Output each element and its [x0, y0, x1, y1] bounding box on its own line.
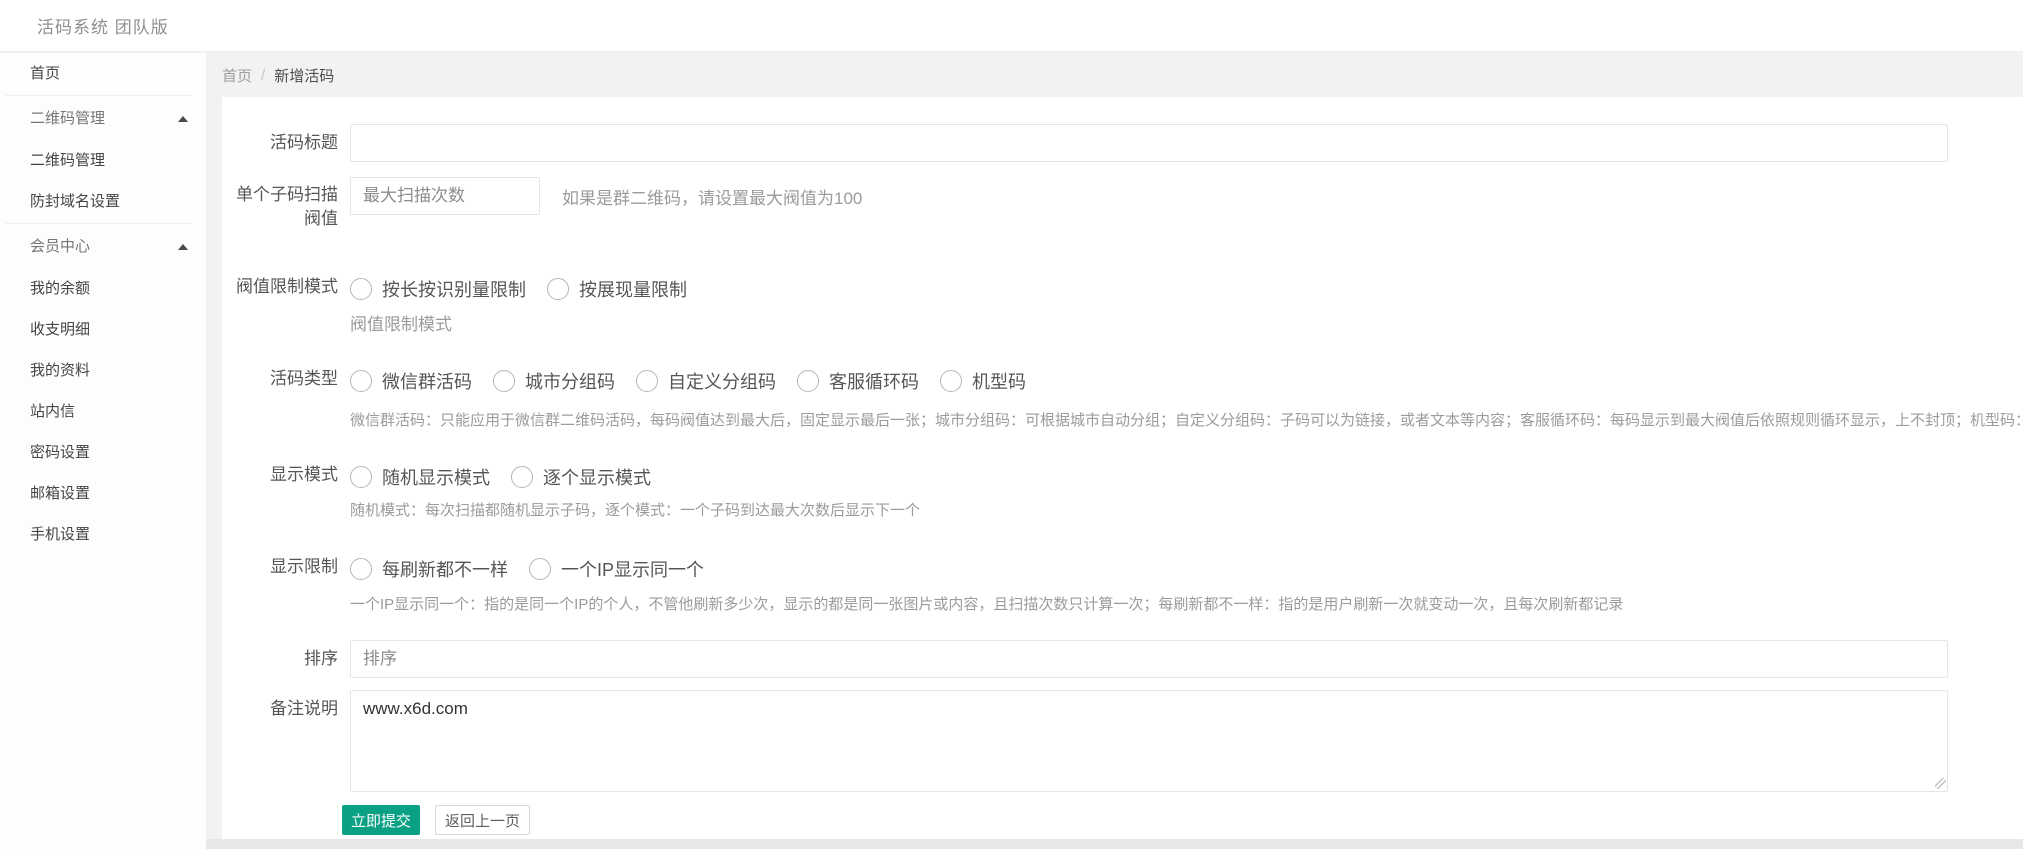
form-row-display-limit: 显示限制 每刷新都不一样 一个IP显示同一个 一个IP显示同一个：指的是同一个I… — [234, 556, 2023, 615]
field-label: 备注说明 — [234, 690, 338, 720]
radio-service-loop-code[interactable]: 客服循环码 — [797, 368, 919, 394]
sidebar-group-label: 会员中心 — [30, 238, 90, 255]
form-actions: 立即提交 返回上一页 — [342, 805, 2023, 835]
title-input[interactable] — [350, 124, 1948, 162]
field-label: 阀值限制模式 — [234, 276, 338, 298]
radio-limit-by-longpress[interactable]: 按长按识别量限制 — [350, 276, 526, 302]
sidebar-item-my-balance[interactable]: 我的余额 — [0, 268, 206, 309]
back-button[interactable]: 返回上一页 — [435, 805, 530, 835]
radio-circle-icon[interactable] — [350, 278, 372, 300]
field-hint: 随机模式：每次扫描都随机显示子码，逐个模式：一个子码到达最大次数后显示下一个 — [350, 501, 920, 521]
sidebar-item-my-profile[interactable]: 我的资料 — [0, 350, 206, 391]
form-row-livecode-type: 活码类型 微信群活码 城市分组码 自定义分组码 — [234, 368, 2023, 431]
sidebar: 首页 二维码管理 二维码管理 防封域名设置 会员中心 我的余额 收支明细 我的资… — [0, 53, 206, 849]
radio-circle-icon[interactable] — [636, 370, 658, 392]
form-row-title: 活码标题 — [234, 124, 2023, 162]
radio-random-display-mode[interactable]: 随机显示模式 — [350, 464, 490, 490]
radio-circle-icon[interactable] — [547, 278, 569, 300]
radio-limit-by-impression[interactable]: 按展现量限制 — [547, 276, 687, 302]
radio-same-per-ip[interactable]: 一个IP显示同一个 — [529, 556, 704, 582]
sidebar-item-antiblock-domain[interactable]: 防封域名设置 — [0, 181, 206, 222]
main-content: 首页 / 新增活码 活码标题 单个子码扫描阀值 如果是群二维码，请设置最大阀值为… — [206, 53, 2023, 849]
sidebar-group-qrcode-management[interactable]: 二维码管理 — [0, 97, 206, 140]
radio-circle-icon[interactable] — [350, 466, 372, 488]
breadcrumb-home-link[interactable]: 首页 — [222, 65, 252, 86]
sidebar-divider — [5, 223, 192, 224]
radio-circle-icon[interactable] — [529, 558, 551, 580]
radio-circle-icon[interactable] — [350, 370, 372, 392]
form-row-display-mode: 显示模式 随机显示模式 逐个显示模式 随机模式：每次扫描都随机显示子码，逐个模式… — [234, 464, 2023, 521]
sidebar-item-password-settings[interactable]: 密码设置 — [0, 432, 206, 473]
radio-sequential-display-mode[interactable]: 逐个显示模式 — [511, 464, 651, 490]
radio-circle-icon[interactable] — [940, 370, 962, 392]
radio-wechat-group-code[interactable]: 微信群活码 — [350, 368, 472, 394]
field-hint: 一个IP显示同一个：指的是同一个IP的个人，不管他刷新多少次，显示的都是同一张图… — [350, 595, 1623, 615]
sidebar-item-home[interactable]: 首页 — [0, 53, 206, 94]
form-row-threshold-limit-mode: 阀值限制模式 按长按识别量限制 按展现量限制 阀值限制模式 — [234, 276, 2023, 335]
radio-city-group-code[interactable]: 城市分组码 — [493, 368, 615, 394]
max-scan-count-input[interactable] — [350, 177, 540, 215]
form-row-sort: 排序 — [234, 640, 2023, 678]
form-row-remark: 备注说明 www.x6d.com — [234, 690, 2023, 792]
sidebar-item-qrcode-management[interactable]: 二维码管理 — [0, 140, 206, 181]
breadcrumb: 首页 / 新增活码 — [206, 53, 2023, 97]
breadcrumb-separator: / — [261, 67, 265, 84]
sidebar-item-phone-settings[interactable]: 手机设置 — [0, 514, 206, 555]
sidebar-item-income-expense[interactable]: 收支明细 — [0, 309, 206, 350]
sort-input[interactable] — [350, 640, 1948, 678]
radio-device-model-code[interactable]: 机型码 — [940, 368, 1026, 394]
field-label: 单个子码扫描阀值 — [234, 177, 338, 231]
horizontal-scrollbar[interactable] — [206, 839, 2023, 849]
radio-change-every-refresh[interactable]: 每刷新都不一样 — [350, 556, 508, 582]
field-label: 活码类型 — [234, 368, 338, 390]
radio-circle-icon[interactable] — [797, 370, 819, 392]
radio-circle-icon[interactable] — [350, 558, 372, 580]
resize-grip-icon[interactable] — [1935, 778, 1946, 789]
chevron-up-icon — [178, 244, 188, 250]
form-card: 活码标题 单个子码扫描阀值 如果是群二维码，请设置最大阀值为100 阀值限制模式 — [222, 97, 2023, 849]
app-logo: 活码系统 团队版 — [0, 13, 169, 38]
sidebar-item-site-message[interactable]: 站内信 — [0, 391, 206, 432]
radio-custom-group-code[interactable]: 自定义分组码 — [636, 368, 776, 394]
sidebar-group-label: 二维码管理 — [30, 110, 105, 127]
radio-circle-icon[interactable] — [511, 466, 533, 488]
chevron-up-icon — [178, 116, 188, 122]
sidebar-item-email-settings[interactable]: 邮箱设置 — [0, 473, 206, 514]
field-label: 排序 — [234, 640, 338, 678]
sidebar-group-member-center[interactable]: 会员中心 — [0, 225, 206, 268]
submit-button[interactable]: 立即提交 — [342, 805, 420, 835]
breadcrumb-current: 新增活码 — [274, 65, 334, 86]
remark-textarea[interactable]: www.x6d.com — [350, 690, 1948, 792]
field-hint: 阀值限制模式 — [350, 315, 708, 335]
field-label: 活码标题 — [234, 124, 338, 162]
form-row-scan-threshold: 单个子码扫描阀值 如果是群二维码，请设置最大阀值为100 — [234, 177, 2023, 231]
top-header: 活码系统 团队版 — [0, 0, 2023, 52]
radio-circle-icon[interactable] — [493, 370, 515, 392]
sidebar-divider — [5, 95, 192, 96]
field-hint: 微信群活码：只能应用于微信群二维码活码，每码阀值达到最大后，固定显示最后一张；城… — [350, 411, 2023, 431]
field-label: 显示模式 — [234, 464, 338, 486]
field-label: 显示限制 — [234, 556, 338, 578]
field-hint: 如果是群二维码，请设置最大阀值为100 — [562, 184, 862, 209]
